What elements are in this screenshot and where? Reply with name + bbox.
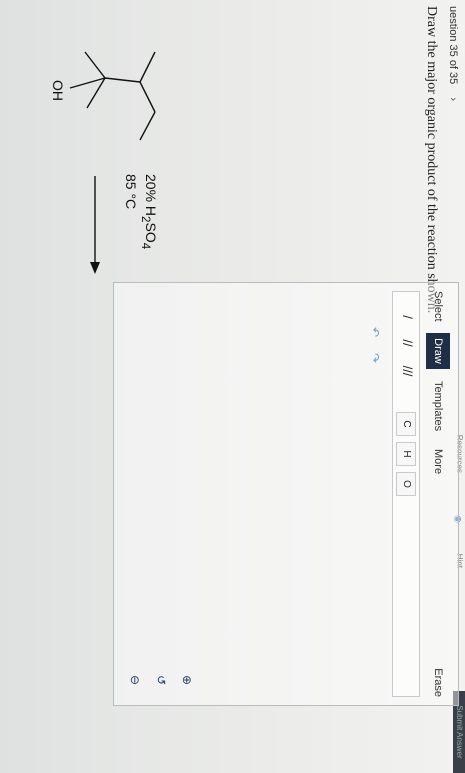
reagent-acid: 20% H2SO4: [139, 174, 159, 249]
zoom-out-icon[interactable]: ⊖: [126, 671, 144, 689]
next-question-chevron-icon[interactable]: ›: [447, 97, 459, 101]
triple-bond-tool[interactable]: ///: [398, 360, 416, 382]
draw-toolbar: / // /// C H O: [392, 291, 420, 697]
rotated-page: uestion 35 of 35 › Draw the major organi…: [0, 0, 465, 773]
hydroxyl-label: OH: [50, 80, 66, 101]
reaction-conditions: 20% H2SO4 85 °C: [15, 170, 165, 280]
reagent-acid-prefix: 20% H: [143, 174, 159, 217]
breadcrumb: uestion 35 of 35 ›: [447, 6, 459, 101]
drawing-editor: Select Draw Templates More Erase / // //…: [113, 282, 459, 706]
tab-select[interactable]: Select: [426, 291, 450, 331]
reagent-subscript-4: 4: [139, 242, 153, 250]
carbon-atom-tool[interactable]: C: [396, 412, 416, 436]
question-counter: uestion 35 of 35: [447, 6, 459, 85]
hydrogen-atom-tool[interactable]: H: [396, 442, 416, 466]
oxygen-atom-tool[interactable]: O: [396, 472, 416, 496]
single-bond-tool[interactable]: /: [398, 306, 416, 328]
tab-draw[interactable]: Draw: [426, 333, 450, 369]
undo-icon[interactable]: ↶: [366, 323, 384, 341]
erase-button[interactable]: Erase: [426, 668, 450, 697]
skeletal-bonds: [69, 51, 156, 141]
reagent-temperature: 85 °C: [123, 174, 139, 210]
reagent-acid-mid: SO: [143, 222, 159, 243]
tab-more[interactable]: More: [426, 449, 450, 485]
zoom-in-icon[interactable]: ⊕: [178, 671, 196, 689]
question-prompt: Draw the major organic product of the re…: [424, 6, 439, 314]
reaction-arrow-icon: [90, 176, 100, 274]
redo-icon[interactable]: ↷: [366, 349, 384, 367]
reactant-structure: OH: [50, 51, 156, 141]
tab-templates[interactable]: Templates: [426, 381, 450, 443]
reset-icon[interactable]: ↺: [152, 671, 170, 689]
double-bond-tool[interactable]: //: [398, 332, 416, 354]
